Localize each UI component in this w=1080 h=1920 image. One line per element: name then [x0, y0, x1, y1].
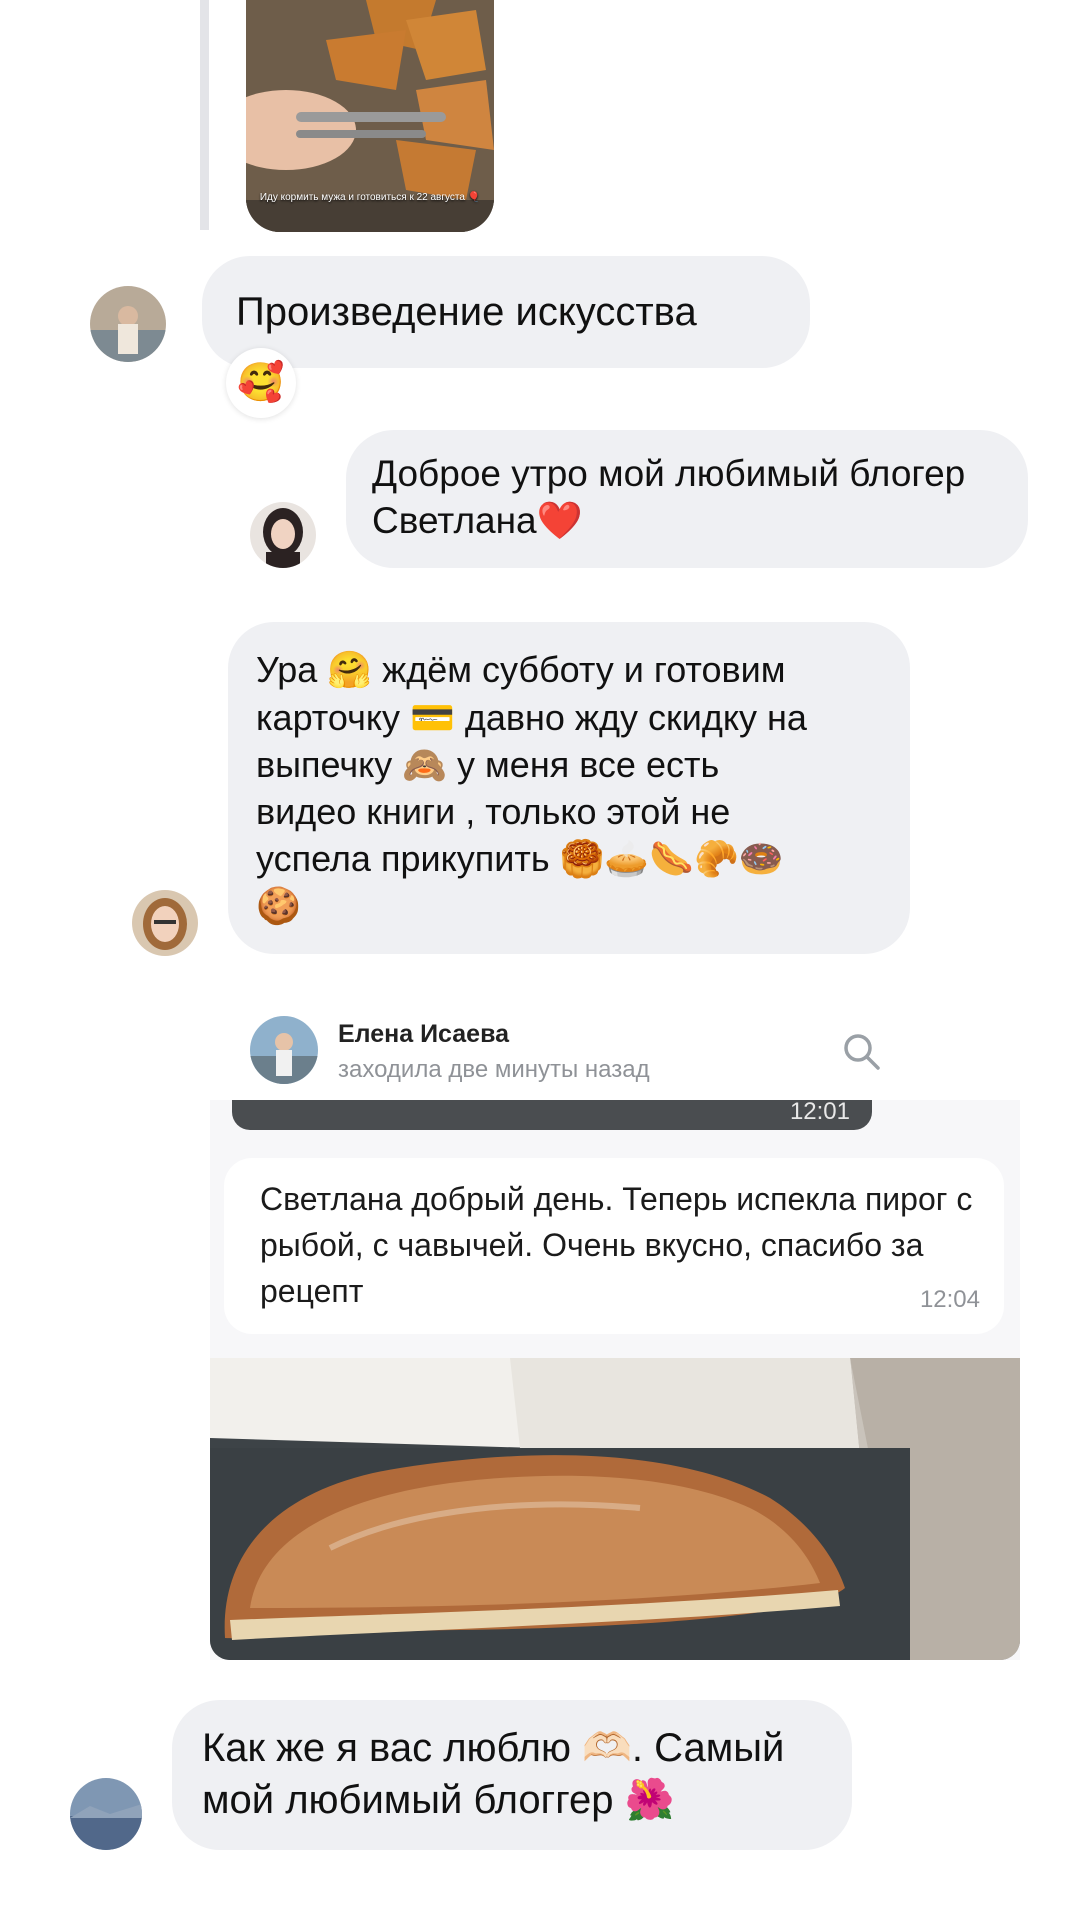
- message-bubble[interactable]: [172, 1700, 852, 1850]
- message-text-line: Светлана❤️: [372, 500, 583, 541]
- search-icon: [844, 1034, 880, 1070]
- message-text: Произведение искусства: [236, 290, 697, 334]
- screenshot-header: Елена Исаева заходила две минуты назад: [210, 990, 1020, 1100]
- message-text-line: Ура 🤗 ждём субботу и готовим: [256, 649, 786, 690]
- previous-message-time: 12:01: [789, 1098, 850, 1125]
- contact-name: Елена Исаева: [338, 1020, 510, 1048]
- message-text-line: мой любимый блоггер 🌺: [202, 1778, 675, 1822]
- story-caption: Иду кормить мужа и готовиться к 22 авгус…: [259, 192, 481, 203]
- avatar[interactable]: [70, 1778, 142, 1850]
- story-reply-line: [200, 0, 209, 230]
- avatar[interactable]: [250, 502, 316, 568]
- previous-media-strip: 12:01: [232, 1098, 872, 1130]
- message-text-line: видео книги , только этой не: [256, 791, 731, 832]
- message-text-line: успела прикупить 🥮🥧🌭🥐🍩: [256, 838, 784, 879]
- screenshot-message-bubble: Светлана добрый день. Теперь испекла пир…: [224, 1158, 1004, 1334]
- screenshot-message-text: Светлана добрый день. Теперь испекла пир…: [260, 1181, 973, 1309]
- avatar[interactable]: [90, 286, 166, 362]
- message-text-line: Доброе утро мой любимый блогер: [372, 453, 966, 494]
- avatar[interactable]: [132, 890, 198, 956]
- contact-avatar: [250, 1016, 318, 1084]
- pie-photo: [210, 1358, 1020, 1660]
- message-text-line: 🍪: [256, 885, 301, 926]
- forwarded-screenshot[interactable]: Елена Исаева заходила две минуты назад 1…: [210, 990, 1020, 1660]
- reaction-emoji[interactable]: 🥰: [226, 348, 296, 418]
- contact-status: заходила две минуты назад: [338, 1056, 650, 1083]
- message-text-line: выпечку 🙈 у меня все есть: [256, 744, 720, 785]
- screenshot-message-time: 12:04: [919, 1286, 980, 1313]
- message-text-line: карточку 💳 давно жду скидку на: [256, 697, 807, 738]
- message-text-line: Как же я вас люблю 🫶🏻. Самый: [202, 1726, 785, 1770]
- story-preview[interactable]: Иду кормить мужа и готовиться к 22 авгус…: [246, 0, 494, 232]
